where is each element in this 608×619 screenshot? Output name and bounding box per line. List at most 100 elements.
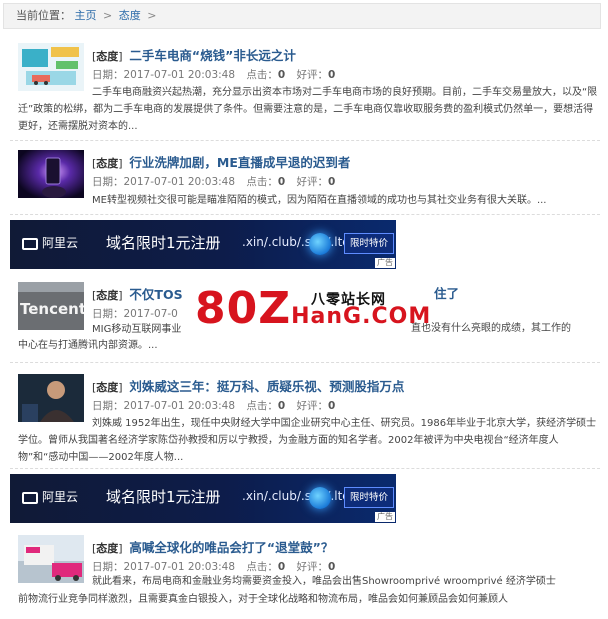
breadcrumb-separator: > <box>147 9 157 22</box>
article-date: 2017-07-01 20:03:48 <box>123 561 236 573</box>
article-title-link[interactable]: 刘姝威这三年：挺万科、质疑乐视、预测股指万点 <box>129 379 404 394</box>
article-title-link[interactable]: 行业洗牌加剧，ME直播成早退的迟到者 <box>129 155 350 170</box>
likes-label: 好评： <box>296 69 329 81</box>
summary-line: 学位。曾师从我国著名经济学家陈岱孙教授和厉以宁教授，为金融方面的知名学者。200… <box>18 435 559 446</box>
summary-line: ME转型视频社交很可能是瞄准陌陌的模式，因为陌陌在直播领域的成功也与其社交业务有… <box>92 195 547 206</box>
livestream-phone-photo <box>18 150 84 198</box>
watermark-z: Z <box>258 283 292 334</box>
likes-label: 好评： <box>296 176 329 188</box>
ad-domains: .xin/.club/.site/.ltd <box>242 235 350 249</box>
article-title-link[interactable]: 不仅TOS <box>129 287 182 302</box>
ad-label: 广告 <box>375 258 395 268</box>
click-count: 0 <box>277 69 286 81</box>
summary-line: 前物流行业竞争同样激烈，且需要真金白银投入，对于全球化战略和物流布局，唯品会如何… <box>18 594 508 605</box>
ad-label: 广告 <box>375 512 395 522</box>
aliyun-logo: 阿里云 <box>22 234 78 251</box>
click-count: 0 <box>277 400 286 412</box>
divider <box>10 214 600 215</box>
aliyun-logo-icon <box>22 238 38 250</box>
article-title-link[interactable]: 二手车电商“烧钱”非长远之计 <box>129 48 295 63</box>
vipshop-warehouse-photo <box>18 535 84 583</box>
breadcrumb-home-link[interactable]: 主页 <box>75 9 97 22</box>
date-label: 日期： <box>92 176 124 188</box>
category-tag[interactable]: [态度] <box>92 289 123 302</box>
article-thumbnail[interactable]: Tencent <box>18 282 84 330</box>
tencent-sign-photo: Tencent <box>18 282 84 330</box>
aliyun-logo: 阿里云 <box>22 488 78 505</box>
ad-brand: 阿里云 <box>42 236 79 250</box>
article-thumbnail[interactable] <box>18 43 84 91</box>
aliyun-logo-icon <box>22 492 38 504</box>
article-summary: 就此看来，布局电商和金融业务均需要资金投入，唯品会出售Showroomprivé… <box>92 573 602 590</box>
summary-line: 迁”政策的松绑，都为二手车电商的发展提供了条件。但需要注意的是，二手车电商仅靠收… <box>18 104 594 115</box>
summary-line: 中心在与打通腾讯内部资源。... <box>18 340 158 351</box>
article-summary: 二手车电商融资兴起热潮，充分显示出资本市场对二手车电商市场的良好预期。目前，二手… <box>92 84 600 101</box>
article-summary: ME转型视频社交很可能是瞄准陌陌的模式，因为陌陌在直播领域的成功也与其社交业务有… <box>92 192 602 209</box>
globe-icon <box>309 233 331 255</box>
article-title-line: [态度] 二手车电商“烧钱”非长远之计 <box>92 45 296 64</box>
globe-icon <box>309 487 331 509</box>
article-date: 2017-07-01 20:03:48 <box>123 400 236 412</box>
ad-headline: 域名限时1元注册 <box>106 234 221 252</box>
article-title-tail[interactable]: 住了 <box>434 283 459 302</box>
article-meta: 日期：2017-07-01 20:03:48 点击：0 好评：0 <box>92 398 335 413</box>
date-label: 日期： <box>92 561 124 573</box>
article-thumbnail[interactable] <box>18 535 84 583</box>
article-title-line: [态度] 刘姝威这三年：挺万科、质疑乐视、预测股指万点 <box>92 376 404 395</box>
article-summary-tail: 直也没有什么亮眼的成绩，其工作的 <box>411 323 571 334</box>
ad-headline: 域名限时1元注册 <box>106 488 221 506</box>
article-summary: 刘姝威 1952年出生，现任中央财经大学中国企业研究中心主任、研究员。1986年… <box>92 415 602 432</box>
category-tag[interactable]: [态度] <box>92 542 123 555</box>
category-tag[interactable]: [态度] <box>92 50 123 63</box>
ad-brand: 阿里云 <box>42 490 79 504</box>
article-summary-wrap: 前物流行业竞争同样激烈，且需要真金白银投入，对于全球化战略和物流布局，唯品会如何… <box>18 591 608 608</box>
ad-cta-button[interactable]: 限时特价 <box>344 487 394 508</box>
summary-line: 刘姝威 1952年出生，现任中央财经大学中国企业研究中心主任、研究员。1986年… <box>92 418 597 429</box>
clicks-label: 点击： <box>246 69 278 81</box>
summary-line: 更好，还需摆脱对资本的... <box>18 121 138 132</box>
divider <box>10 362 600 363</box>
divider <box>10 140 600 141</box>
ad-banner[interactable]: 阿里云 域名限时1元注册 .xin/.club/.site/.ltd 限时特价 … <box>10 220 396 269</box>
breadcrumb-section-link[interactable]: 态度 <box>119 9 141 22</box>
ad-banner[interactable]: 阿里云 域名限时1元注册 .xin/.club/.site/.ltd 限时特价 … <box>10 474 396 523</box>
summary-line: 就此看来，布局电商和金融业务均需要资金投入，唯品会出售Showroomprivé… <box>92 576 556 587</box>
article-meta: 日期：2017-07-01 20:03:48 点击：0 好评：0 <box>92 559 335 574</box>
article-title-line: [态度] 高喊全球化的唯品会打了“退堂鼓”？ <box>92 537 333 556</box>
article-summary-wrap: 学位。曾师从我国著名经济学家陈岱孙教授和厉以宁教授，为金融方面的知名学者。200… <box>18 432 608 466</box>
click-count: 0 <box>277 561 286 573</box>
date-label: 日期： <box>92 308 124 320</box>
date-label: 日期： <box>92 400 124 412</box>
clicks-label: 点击： <box>246 176 278 188</box>
article-date: 2017-07-01 20:03:48 <box>123 69 236 81</box>
article-meta: 日期：2017-07-01 20:03:48 点击：0 好评：0 <box>92 174 335 189</box>
article-thumbnail[interactable] <box>18 374 84 422</box>
ad-cta-button[interactable]: 限时特价 <box>344 233 394 254</box>
summary-line: 物”和“感动中国——2002年度人物... <box>18 452 184 463</box>
article-thumbnail[interactable] <box>18 150 84 198</box>
article-summary-wrap: 中心在与打通腾讯内部资源。... <box>18 337 598 354</box>
svg-text:Tencent: Tencent <box>20 300 84 318</box>
clicks-label: 点击： <box>246 400 278 412</box>
article-title-line: [态度] 不仅TOS <box>92 284 183 303</box>
article-meta: 日期：2017-07-01 20:03:48 点击：0 好评：0 <box>92 67 335 82</box>
watermark-digits: 80 <box>195 283 259 334</box>
divider <box>10 468 600 469</box>
category-tag[interactable]: [态度] <box>92 157 123 170</box>
like-count: 0 <box>328 69 336 81</box>
article-title-link[interactable]: 高喊全球化的唯品会打了“退堂鼓”？ <box>129 540 333 555</box>
category-tag[interactable]: [态度] <box>92 381 123 394</box>
likes-label: 好评： <box>296 561 329 573</box>
watermark-cn: 八零站长网 <box>311 292 386 308</box>
click-count: 0 <box>277 176 286 188</box>
article-date: 2017-07-0 <box>123 308 178 320</box>
clicks-label: 点击： <box>246 561 278 573</box>
article-meta: 日期：2017-07-0 <box>92 306 178 321</box>
article-date: 2017-07-01 20:03:48 <box>123 176 236 188</box>
article-title-line: [态度] 行业洗牌加剧，ME直播成早退的迟到者 <box>92 152 350 171</box>
breadcrumb-label: 当前位置： <box>16 9 71 22</box>
date-label: 日期： <box>92 69 124 81</box>
breadcrumb-separator: > <box>103 9 113 22</box>
likes-label: 好评： <box>296 400 329 412</box>
like-count: 0 <box>328 400 336 412</box>
